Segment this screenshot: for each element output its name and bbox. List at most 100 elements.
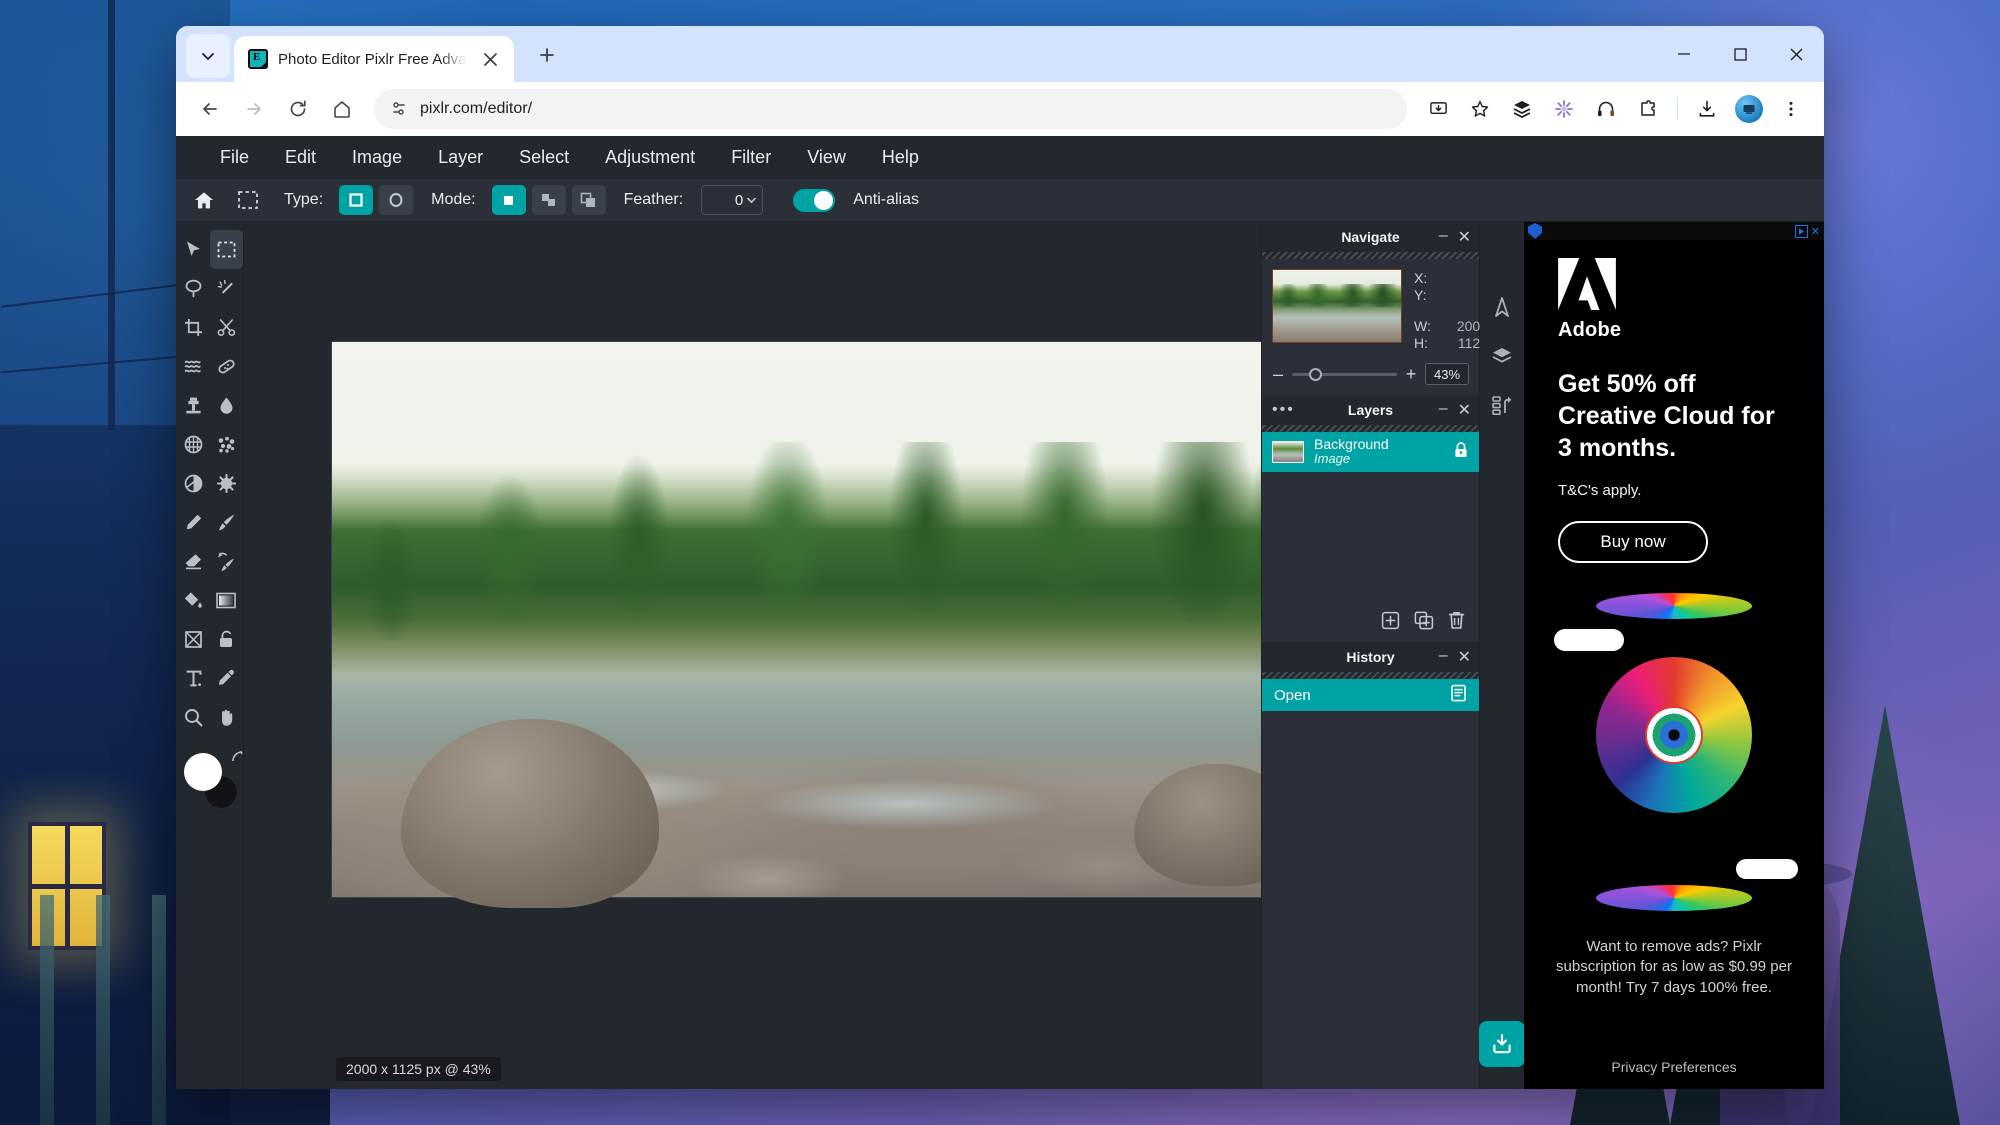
add-layer-icon[interactable] xyxy=(1381,611,1400,635)
menu-layer[interactable]: Layer xyxy=(420,141,501,174)
paint-bucket-tool[interactable] xyxy=(177,581,210,620)
navigator-icon[interactable] xyxy=(1491,296,1513,323)
extensions-puzzle-icon[interactable] xyxy=(1629,90,1667,128)
text-tool[interactable] xyxy=(177,659,210,698)
pixlr-editor: File Edit Image Layer Select Adjustment … xyxy=(176,136,1824,1089)
ad-artwork xyxy=(1524,589,1824,919)
history-close-button[interactable]: ✕ xyxy=(1458,647,1471,667)
dehaze-tool[interactable] xyxy=(210,425,243,464)
menu-edit[interactable]: Edit xyxy=(267,141,334,174)
address-bar[interactable]: pixlr.com/editor/ xyxy=(374,89,1407,129)
layer-row-background[interactable]: Background Image xyxy=(1262,432,1479,472)
canvas-image[interactable] xyxy=(332,342,1261,909)
history-icon[interactable] xyxy=(1491,394,1513,421)
menu-file[interactable]: File xyxy=(202,141,267,174)
eraser-tool[interactable] xyxy=(177,542,210,581)
zoom-value-input[interactable]: 43% xyxy=(1425,363,1469,385)
subtract-selection-option[interactable] xyxy=(571,185,606,215)
ellipse-select-option[interactable] xyxy=(379,185,414,215)
color-swatches[interactable] xyxy=(182,751,243,821)
menu-adjustment[interactable]: Adjustment xyxy=(587,141,713,174)
chrome-menu-icon[interactable] xyxy=(1772,90,1810,128)
menu-help[interactable]: Help xyxy=(864,141,937,174)
tab-close-button[interactable] xyxy=(476,45,504,73)
flower-extension-icon[interactable] xyxy=(1545,90,1583,128)
navigate-thumbnail[interactable] xyxy=(1272,269,1402,343)
gradient-tool[interactable] xyxy=(210,581,243,620)
privacy-preferences-link[interactable]: Privacy Preferences xyxy=(1524,1059,1824,1089)
rect-select-option[interactable] xyxy=(339,185,374,215)
heal-tool[interactable] xyxy=(210,347,243,386)
save-download-button[interactable] xyxy=(1479,1021,1525,1067)
layers-extension-icon[interactable] xyxy=(1503,90,1541,128)
foreground-color-swatch[interactable] xyxy=(183,753,222,791)
reload-button[interactable] xyxy=(278,89,318,129)
lock-tool[interactable] xyxy=(210,620,243,659)
antialias-toggle[interactable] xyxy=(793,188,836,212)
lock-icon[interactable] xyxy=(1453,441,1469,464)
delete-layer-icon[interactable] xyxy=(1448,611,1465,635)
replace-color-tool[interactable] xyxy=(210,542,243,581)
arrange-tool[interactable] xyxy=(177,230,210,269)
layers-icon[interactable] xyxy=(1491,345,1513,372)
menu-image[interactable]: Image xyxy=(334,141,420,174)
marquee-select-tool[interactable] xyxy=(209,230,243,269)
zoom-slider[interactable] xyxy=(1292,367,1397,381)
window-maximize-button[interactable] xyxy=(1712,26,1768,82)
dodge-burn-tool[interactable] xyxy=(177,464,210,503)
new-tab-button[interactable] xyxy=(530,38,564,72)
install-app-icon[interactable] xyxy=(1419,90,1457,128)
pen-tool[interactable] xyxy=(177,503,210,542)
layers-minimize-button[interactable]: – xyxy=(1439,400,1448,420)
ad-cta-button[interactable]: Buy now xyxy=(1558,521,1708,563)
zoom-tool[interactable] xyxy=(177,698,210,737)
adjust-tool[interactable] xyxy=(210,464,243,503)
cutout-tool[interactable] xyxy=(210,308,243,347)
zoom-in-button[interactable]: + xyxy=(1405,364,1417,385)
profile-avatar[interactable] xyxy=(1730,90,1768,128)
draw-tool[interactable] xyxy=(210,503,243,542)
layers-menu-button[interactable]: ••• xyxy=(1272,401,1295,419)
navigate-panel-body: X: Y: W: 2000 H: 1125 – + 43% xyxy=(1262,259,1488,395)
clone-stamp-tool[interactable] xyxy=(177,386,210,425)
ad-close-button[interactable]: ✕ xyxy=(1811,225,1820,238)
navigate-minimize-button[interactable]: – xyxy=(1439,227,1448,247)
history-minimize-button[interactable]: – xyxy=(1439,647,1448,667)
home-icon[interactable] xyxy=(186,183,222,217)
menu-filter[interactable]: Filter xyxy=(713,141,789,174)
add-selection-option[interactable] xyxy=(531,185,566,215)
tab-search-button[interactable] xyxy=(186,34,230,78)
color-picker-tool[interactable] xyxy=(210,659,243,698)
shape-tool[interactable] xyxy=(177,620,210,659)
adchoices-icon[interactable]: ✕ xyxy=(1794,224,1820,238)
layers-close-button[interactable]: ✕ xyxy=(1458,400,1471,420)
history-item-open[interactable]: Open xyxy=(1262,679,1479,711)
magic-wand-tool[interactable] xyxy=(210,269,243,308)
canvas-area[interactable]: 2000 x 1125 px @ 43% xyxy=(244,222,1262,1089)
detail-tool[interactable] xyxy=(177,425,210,464)
pan-tool[interactable] xyxy=(210,698,243,737)
back-button[interactable] xyxy=(190,89,230,129)
browser-tab[interactable]: E Photo Editor Pixlr Free Advance xyxy=(234,36,514,82)
duplicate-layer-icon[interactable] xyxy=(1414,611,1434,635)
lasso-select-tool[interactable] xyxy=(177,269,210,308)
ad-content[interactable]: Adobe Get 50% off Creative Cloud for 3 m… xyxy=(1524,240,1824,563)
navigate-close-button[interactable]: ✕ xyxy=(1458,227,1471,247)
home-button[interactable] xyxy=(322,89,362,129)
forward-button[interactable] xyxy=(234,89,274,129)
window-minimize-button[interactable] xyxy=(1656,26,1712,82)
zoom-out-button[interactable]: – xyxy=(1272,364,1284,385)
liquify-tool[interactable] xyxy=(177,347,210,386)
feather-input[interactable]: 0 xyxy=(701,185,764,215)
new-selection-option[interactable] xyxy=(491,185,526,215)
antialias-label: Anti-alias xyxy=(853,191,920,208)
blur-tool[interactable] xyxy=(210,386,243,425)
crop-tool[interactable] xyxy=(177,308,210,347)
menu-select[interactable]: Select xyxy=(501,141,587,174)
menu-view[interactable]: View xyxy=(789,141,864,174)
window-close-button[interactable] xyxy=(1768,26,1824,82)
bookmark-star-icon[interactable] xyxy=(1461,90,1499,128)
zoom-slider-handle[interactable] xyxy=(1308,367,1322,381)
headphones-extension-icon[interactable] xyxy=(1587,90,1625,128)
download-icon[interactable] xyxy=(1688,90,1726,128)
